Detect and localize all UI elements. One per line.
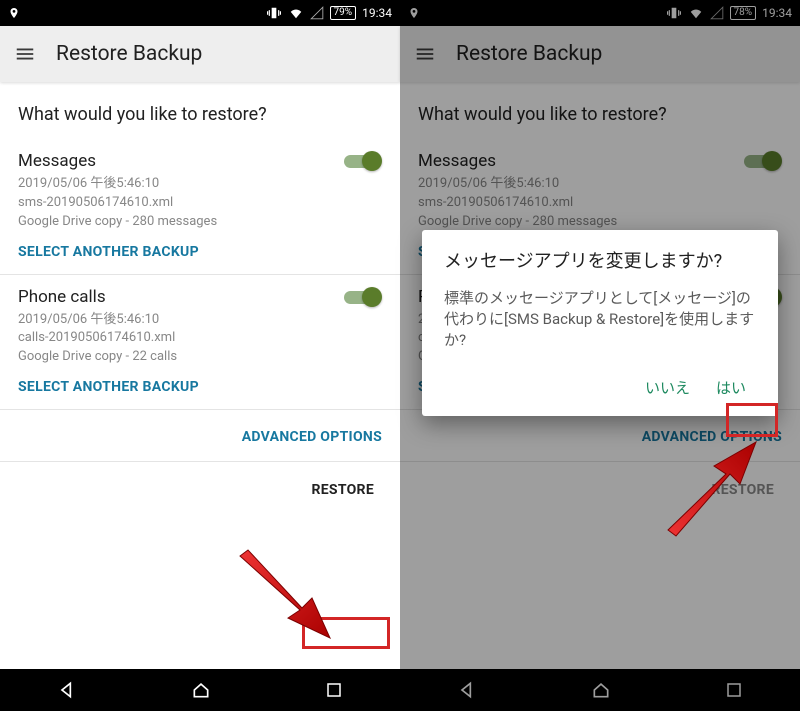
dialog-body: 標準のメッセージアプリとして[メッセージ]の代わりに[SMS Backup & … [444, 288, 756, 351]
dialog-no-button[interactable]: いいえ [635, 369, 700, 406]
android-nav-bar [0, 669, 400, 711]
signal-icon [310, 6, 324, 20]
messages-meta: 2019/05/06 午後5:46:10 sms-20190506174610.… [18, 175, 382, 232]
recents-button[interactable] [325, 681, 343, 699]
battery-indicator: 79% [330, 6, 357, 20]
restore-button[interactable]: RESTORE [303, 478, 382, 502]
question-heading: What would you like to restore? [0, 82, 400, 139]
calls-meta: 2019/05/06 午後5:46:10 calls-2019050617461… [18, 311, 382, 368]
arrow-to-restore [230, 548, 340, 648]
app-title: Restore Backup [56, 42, 202, 66]
messages-title: Messages [18, 151, 96, 171]
vibrate-icon [266, 6, 282, 20]
home-button[interactable] [191, 680, 211, 700]
dialog-title: メッセージアプリを変更しますか? [444, 250, 756, 274]
wifi-icon [288, 6, 304, 20]
calls-section: Phone calls 2019/05/06 午後5:46:10 calls-2… [0, 275, 400, 410]
messages-toggle[interactable] [344, 151, 382, 171]
calls-select-button[interactable]: SELECT ANOTHER BACKUP [18, 379, 382, 395]
change-default-app-dialog: メッセージアプリを変更しますか? 標準のメッセージアプリとして[メッセージ]の代… [422, 230, 778, 416]
location-icon [8, 6, 20, 20]
messages-select-button[interactable]: SELECT ANOTHER BACKUP [18, 244, 382, 260]
clock: 19:34 [362, 6, 392, 20]
calls-title: Phone calls [18, 287, 106, 307]
dialog-yes-button[interactable]: はい [706, 369, 756, 406]
advanced-options-button[interactable]: ADVANCED OPTIONS [242, 429, 382, 445]
menu-icon[interactable] [14, 43, 36, 65]
calls-toggle[interactable] [344, 287, 382, 307]
android-status-bar: 79% 19:34 [0, 0, 400, 26]
messages-section: Messages 2019/05/06 午後5:46:10 sms-201905… [0, 139, 400, 274]
arrow-to-yes [660, 430, 770, 540]
app-bar: Restore Backup [0, 26, 400, 82]
back-button[interactable] [57, 680, 77, 700]
